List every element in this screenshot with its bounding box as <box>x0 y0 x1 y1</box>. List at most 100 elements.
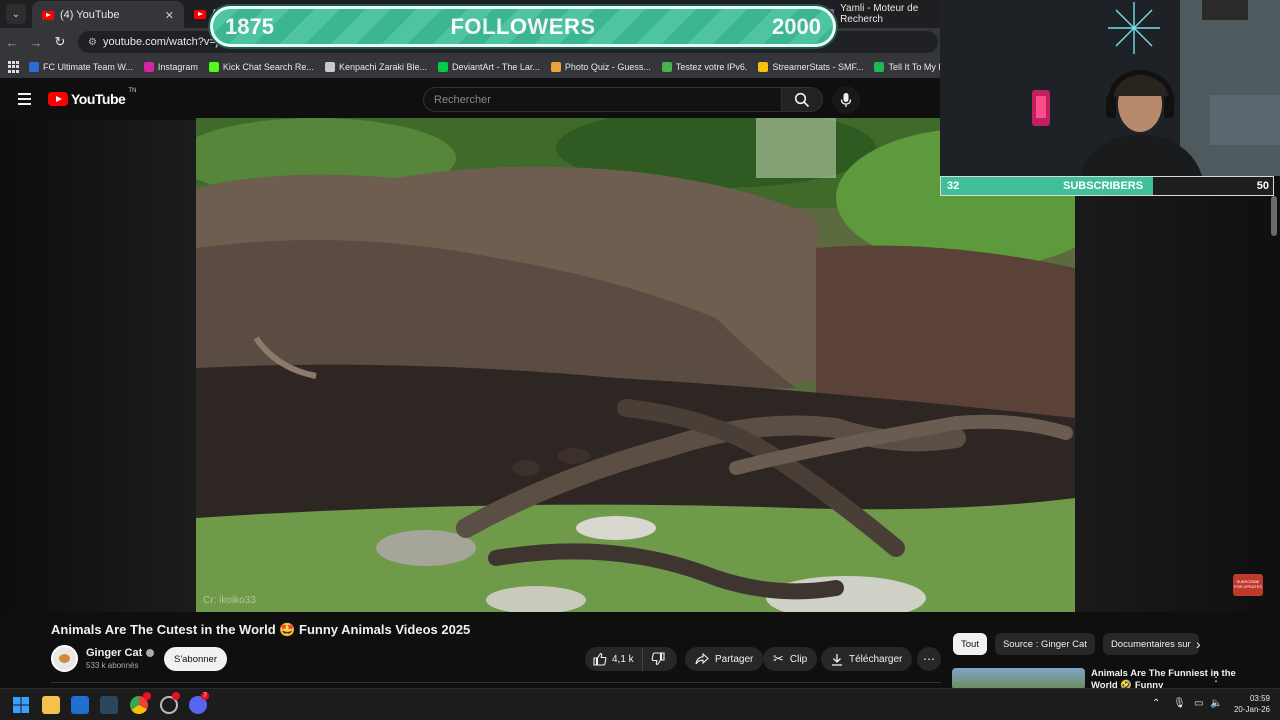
site-info-icon[interactable]: ⚙ <box>88 37 97 48</box>
more-horizontal-icon: ⋯ <box>923 652 935 666</box>
microphone-icon <box>840 93 852 107</box>
chip-all[interactable]: Tout <box>953 633 987 655</box>
search-button[interactable] <box>781 87 823 112</box>
voice-search-button[interactable] <box>832 86 860 114</box>
video-title: Animals Are The Cutest in the World 🤩 Fu… <box>51 622 471 637</box>
logo-region: TN <box>128 88 137 94</box>
discord-notification-badge: 7 <box>201 692 209 700</box>
tab-youtube[interactable]: (4) YouTube ✕ <box>32 1 184 29</box>
bookmarks-bar: FC Ultimate Team W... Instagram Kick Chat … <box>0 56 940 78</box>
bookmark-favicon-icon <box>874 62 885 72</box>
windows-start-icon[interactable] <box>12 696 30 714</box>
followers-current: 1875 <box>225 13 274 39</box>
clip-button[interactable]: ✂ Clip <box>763 647 818 671</box>
bookmark-label: Kick Chat Search Re... <box>222 62 314 72</box>
recommended-video[interactable]: Animals Are The Funniest in the World 🤣 … <box>952 668 1262 690</box>
channel-name[interactable]: Ginger Cat <box>86 647 142 659</box>
bookmark-item[interactable]: Kenpachi Zaraki Ble... <box>324 62 427 72</box>
windows-taskbar: 7 ⌃ 🎙 ▭ 🔈 03:59 20-Jan-26 <box>0 688 1280 720</box>
chip-source[interactable]: Source : Ginger Cat <box>994 633 1095 655</box>
youtube-logo[interactable]: YouTube TN <box>48 88 137 107</box>
download-icon <box>832 653 842 666</box>
system-clock[interactable]: 03:59 20-Jan-26 <box>1226 693 1270 715</box>
tray-microphone-icon[interactable]: 🎙 <box>1173 698 1186 709</box>
subscribers-goal-bar: 32 SUBSCRIBERS 50 <box>940 176 1274 196</box>
outlook-icon[interactable] <box>71 696 89 714</box>
chip-documentaries[interactable]: Documentaires sur <box>1102 633 1199 655</box>
forward-arrow-icon[interactable]: → <box>24 35 48 50</box>
video-watermark: Cr: ikoiko33 <box>203 595 256 606</box>
search-input[interactable]: Rechercher <box>423 87 782 112</box>
download-label: Télécharger <box>849 653 903 665</box>
followers-label: FOLLOWERS <box>450 13 596 39</box>
bookmark-label: Testez votre IPv6. <box>675 62 748 72</box>
bookmark-item[interactable]: DeviantArt - The Lar... <box>437 62 540 72</box>
followers-goal-bar: 1875 FOLLOWERS 2000 <box>210 6 836 47</box>
reload-icon[interactable]: ↻ <box>48 34 72 50</box>
bookmark-item[interactable]: Instagram <box>143 62 198 72</box>
bookmark-item[interactable]: Testez votre IPv6. <box>661 62 748 72</box>
bookmark-label: Photo Quiz - Guess... <box>564 62 651 72</box>
channel-subscriber-count: 533 k abonnés <box>86 661 139 670</box>
download-button[interactable]: Télécharger <box>821 647 913 671</box>
tab-label: (4) YouTube <box>60 9 120 21</box>
more-vertical-icon[interactable]: ⋮ <box>1210 670 1222 684</box>
menu-icon[interactable] <box>18 93 31 108</box>
more-actions-button[interactable]: ⋯ <box>917 647 941 671</box>
bookmark-label: FC Ultimate Team W... <box>43 62 133 72</box>
steam-icon[interactable] <box>100 696 118 714</box>
channel-info: Ginger Cat 533 k abonnés <box>51 645 155 672</box>
like-button[interactable]: 4,1 k <box>585 647 643 671</box>
bookmark-favicon-icon <box>661 62 672 72</box>
tray-network-icon[interactable]: ▭ <box>1194 698 1203 709</box>
verified-check-icon <box>146 649 155 657</box>
clip-label: Clip <box>789 653 808 665</box>
clock-date: 20-Jan-26 <box>1233 705 1270 714</box>
thumbs-down-icon <box>651 652 665 666</box>
apps-grid-icon[interactable] <box>8 61 19 73</box>
bookmark-item[interactable]: Kick Chat Search Re... <box>208 62 314 72</box>
channel-avatar[interactable] <box>51 645 78 672</box>
bookmark-item[interactable]: Photo Quiz - Guess... <box>550 62 651 72</box>
thumbs-up-icon <box>593 652 607 666</box>
tab-search-button[interactable]: ⌄ <box>6 4 26 24</box>
clip-button-wrap: ✂ Clip <box>763 647 818 671</box>
bookmark-item[interactable]: Tell It To My Heart -... <box>874 62 940 72</box>
close-icon[interactable]: ✕ <box>165 9 174 22</box>
recommended-thumbnail[interactable] <box>952 668 1085 690</box>
page-scrollbar[interactable] <box>1271 196 1277 236</box>
download-button-wrap: Télécharger <box>821 647 913 671</box>
file-explorer-icon[interactable] <box>42 696 60 714</box>
search-icon <box>794 92 810 107</box>
chevron-right-icon[interactable]: › <box>1196 636 1201 652</box>
url-text: youtube.com/watch?v=jK2 <box>102 36 232 48</box>
right-ambient-area <box>1075 196 1280 612</box>
tray-volume-icon[interactable]: 🔈 <box>1210 698 1222 709</box>
bookmark-item[interactable]: FC Ultimate Team W... <box>29 62 133 72</box>
screen: ⌄ (4) YouTube ✕ (4 ✕ Yamli - Moteur de R… <box>0 0 1280 720</box>
chrome-notification-badge <box>143 692 151 700</box>
subscribe-button[interactable]: S'abonner <box>164 647 227 671</box>
back-arrow-icon[interactable]: ← <box>0 35 24 50</box>
youtube-favicon-icon <box>194 9 206 19</box>
clock-time: 03:59 <box>1249 694 1270 703</box>
bookmark-favicon-icon <box>437 62 448 72</box>
subscribers-label: SUBSCRIBERS <box>1063 180 1144 192</box>
logo-text: YouTube <box>71 91 126 107</box>
share-button-wrap: Partager <box>685 647 764 671</box>
webcam-image <box>940 0 1280 176</box>
like-dislike-group: 4,1 k <box>585 647 677 671</box>
webcam-feed <box>940 0 1280 176</box>
scissors-icon: ✂ <box>773 651 784 666</box>
share-button[interactable]: Partager <box>685 647 764 671</box>
bookmark-favicon-icon <box>550 62 561 72</box>
youtube-play-icon <box>48 92 68 106</box>
bookmark-item[interactable]: StreamerStats - SMF... <box>758 62 863 72</box>
dislike-button[interactable] <box>643 652 673 666</box>
obs-notification-badge <box>172 692 180 700</box>
youtube-favicon-icon <box>42 10 54 20</box>
tray-chevron-up-icon[interactable]: ⌃ <box>1152 698 1160 709</box>
subscribe-badge[interactable]: SUBSCRIBE FOR UPDATES <box>1233 574 1263 596</box>
subscribers-target: 50 <box>1256 180 1269 192</box>
tab-yamli[interactable]: Yamli - Moteur de Recherch <box>826 0 940 28</box>
